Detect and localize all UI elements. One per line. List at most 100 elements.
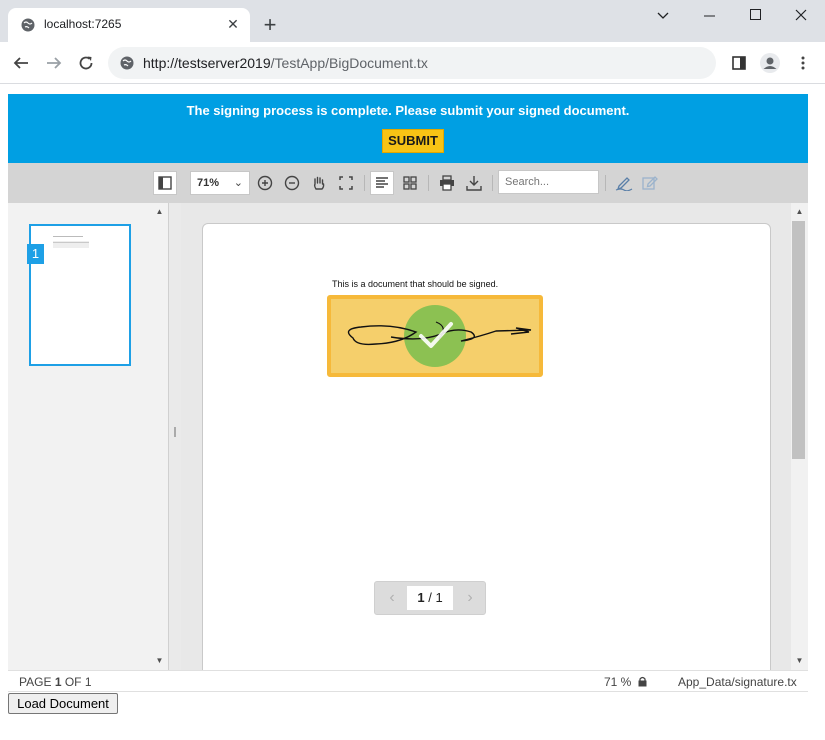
browser-tabbar: localhost:7265 ✕ +	[0, 0, 825, 42]
pager-separator: /	[428, 590, 432, 605]
page-prefix: PAGE	[19, 675, 52, 689]
pager-current-page[interactable]: 1 / 1	[407, 586, 453, 610]
scrollbar-thumb[interactable]	[792, 221, 805, 459]
status-bar: PAGE 1 OF 1 71 % App_Data/signature.tx	[8, 670, 808, 692]
load-document-button[interactable]: Load Document	[8, 693, 118, 714]
banner-message: The signing process is complete. Please …	[186, 103, 630, 118]
print-icon	[440, 175, 454, 191]
forward-icon	[47, 57, 62, 69]
toolbar-divider	[428, 175, 429, 191]
maximize-icon	[749, 9, 761, 20]
tab-title: localhost:7265	[44, 17, 122, 31]
grid-view-button[interactable]	[398, 171, 422, 195]
menu-icon	[801, 56, 805, 70]
browser-toolbar: http://testserver2019/TestApp/BigDocumen…	[0, 42, 825, 84]
info-icon[interactable]	[120, 56, 134, 70]
download-icon	[466, 176, 482, 191]
single-page-icon	[376, 177, 388, 188]
profile-icon	[760, 53, 780, 73]
viewer-toolbar: 71% ⌄	[8, 163, 808, 203]
signature-drawing	[347, 305, 532, 367]
scroll-down-arrow[interactable]: ▼	[152, 654, 167, 668]
page-total: 1	[84, 675, 92, 689]
sign-pen-icon	[615, 177, 633, 192]
signature-box[interactable]	[327, 295, 543, 377]
side-panel-button[interactable]	[727, 51, 751, 75]
zoom-in-button[interactable]	[253, 171, 277, 195]
scroll-up-arrow[interactable]: ▲	[792, 205, 807, 219]
minimize-button[interactable]	[686, 4, 732, 28]
thumbnail-page-number: 1	[27, 244, 44, 264]
document-area: This is a document that should be signed…	[181, 203, 791, 670]
grid-view-icon	[403, 176, 417, 190]
browser-tab[interactable]: localhost:7265 ✕	[8, 8, 250, 42]
pager-current: 1	[417, 590, 425, 605]
zoom-in-icon	[257, 175, 273, 191]
browser-menu-button[interactable]	[791, 51, 815, 75]
zoom-out-icon	[284, 175, 300, 191]
file-name: App_Data/signature.tx	[678, 675, 797, 689]
chevron-right-icon[interactable]: ›	[461, 589, 479, 607]
lock-icon	[638, 676, 647, 687]
pager-total: 1	[435, 590, 443, 605]
globe-icon	[21, 18, 35, 32]
sidepanel-icon	[732, 56, 746, 70]
reload-button[interactable]	[74, 51, 98, 75]
thumbnail-preview	[53, 236, 89, 248]
print-button[interactable]	[435, 171, 459, 195]
panel-splitter[interactable]	[169, 203, 181, 670]
download-button[interactable]	[462, 171, 486, 195]
search-input[interactable]	[498, 170, 599, 194]
signing-banner: The signing process is complete. Please …	[8, 94, 808, 163]
chevron-down-icon	[657, 12, 669, 19]
vertical-scrollbar[interactable]: ▲ ▼	[791, 203, 808, 670]
edit-button[interactable]	[638, 171, 662, 195]
zoom-out-button[interactable]	[280, 171, 304, 195]
single-page-button[interactable]	[370, 171, 394, 195]
page-indicator: PAGE 1 OF 1	[19, 675, 92, 689]
close-window-button[interactable]	[778, 4, 824, 28]
forward-button[interactable]	[42, 51, 66, 75]
document-text: This is a document that should be signed…	[332, 279, 499, 289]
tab-search-button[interactable]	[640, 4, 686, 28]
toggle-sidebar-button[interactable]	[153, 171, 177, 195]
page-navigator: ‹ 1 / 1 ›	[374, 581, 486, 615]
sign-button[interactable]	[612, 171, 636, 195]
minimize-icon	[703, 15, 715, 17]
zoom-value: 71%	[197, 177, 220, 189]
url-text: http://testserver2019/TestApp/BigDocumen…	[143, 55, 428, 71]
document-page: This is a document that should be signed…	[202, 223, 771, 670]
url-path: /TestApp/BigDocument.tx	[270, 55, 428, 71]
scroll-up-arrow[interactable]: ▲	[152, 205, 167, 219]
chevron-down-icon: ⌄	[233, 177, 243, 189]
close-icon	[795, 9, 807, 21]
url-host: http://testserver2019	[143, 55, 271, 71]
page-of: OF	[64, 675, 82, 689]
pan-hand-icon	[313, 176, 325, 190]
toolbar-divider	[492, 175, 493, 191]
fit-page-icon	[339, 176, 353, 190]
new-tab-button[interactable]: +	[258, 13, 282, 37]
toggle-sidebar-icon	[158, 176, 172, 190]
back-icon	[13, 57, 28, 69]
scroll-down-arrow[interactable]: ▼	[792, 654, 807, 668]
back-button[interactable]	[9, 51, 33, 75]
zoom-select[interactable]: 71% ⌄	[190, 171, 250, 195]
close-tab-icon[interactable]: ✕	[224, 15, 242, 33]
toolbar-divider	[364, 175, 365, 191]
address-bar[interactable]: http://testserver2019/TestApp/BigDocumen…	[108, 47, 716, 79]
toolbar-divider	[605, 175, 606, 191]
zoom-indicator: 71 %	[604, 675, 632, 689]
thumbnail-panel: ▲ 1 ▼	[8, 203, 169, 670]
splitter-grip[interactable]	[174, 427, 176, 437]
fit-page-button[interactable]	[334, 171, 358, 195]
chevron-left-icon[interactable]: ‹	[383, 589, 401, 607]
page-thumbnail[interactable]	[29, 224, 131, 366]
edit-icon	[642, 176, 658, 190]
profile-button[interactable]	[758, 51, 782, 75]
page-current: 1	[54, 675, 62, 689]
maximize-button[interactable]	[732, 4, 778, 28]
pan-button[interactable]	[307, 171, 331, 195]
reload-icon	[79, 56, 93, 70]
submit-button[interactable]: SUBMIT	[382, 129, 444, 153]
